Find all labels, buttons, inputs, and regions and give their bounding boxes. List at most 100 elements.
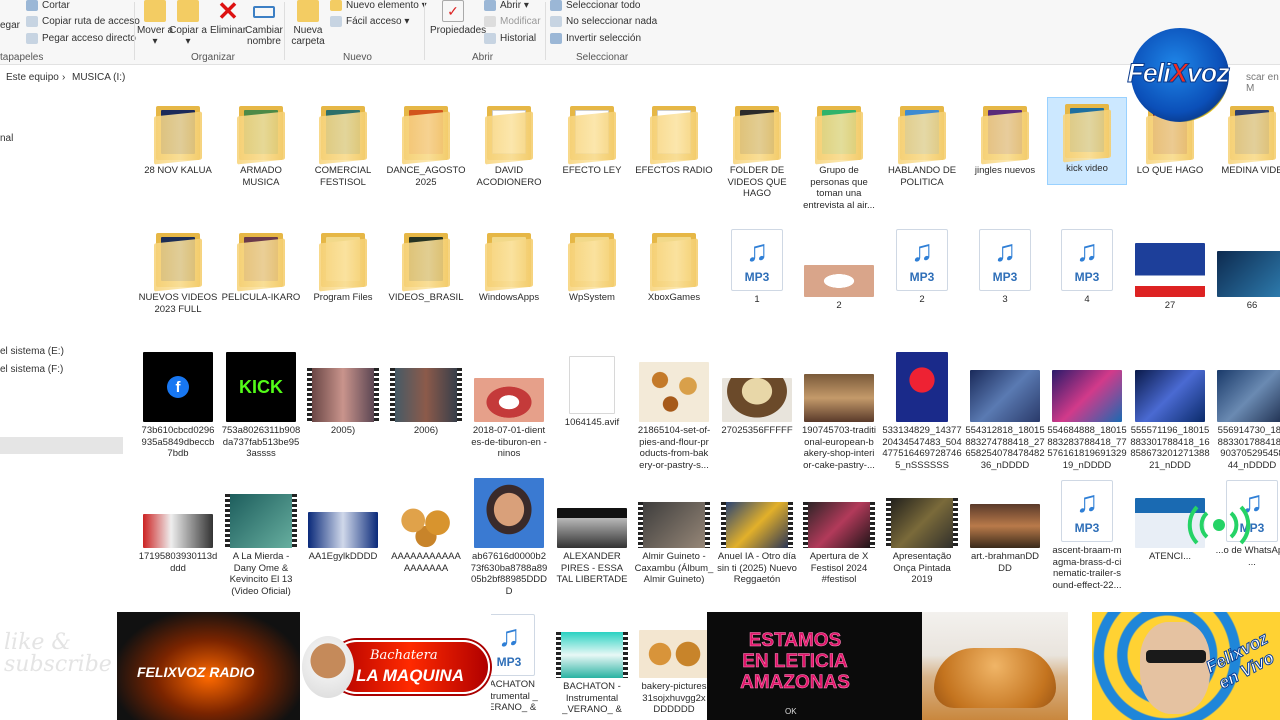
folder-item[interactable]: 28 NOV KALUA: [138, 100, 218, 177]
file-item[interactable]: 1064145.avif: [552, 352, 632, 429]
image-file-item[interactable]: f 73b610cbcd0296 935a5849dbeccb 7bdb: [138, 352, 218, 460]
item-label: EFECTOS RADIO: [635, 165, 713, 176]
audio-file-item[interactable]: ♫ MP3 1: [717, 227, 797, 306]
copy-path-button[interactable]: Copiar ruta de acceso: [26, 16, 140, 27]
folder-item[interactable]: WpSystem: [552, 227, 632, 304]
folder-item[interactable]: DAVID ACODIONERO: [469, 100, 549, 188]
folder-item[interactable]: FOLDER DE VIDEOS QUE HAGO: [717, 100, 797, 200]
image-file-item[interactable]: 17195803930113d ddd: [138, 478, 218, 574]
easy-access-button[interactable]: Fácil acceso ▾: [330, 16, 409, 27]
item-label: ATENCI...: [1148, 551, 1192, 562]
mp3-file-icon: ♫ MP3: [731, 229, 783, 291]
image-file-item[interactable]: 190745703-traditi onal-european-b akery-…: [799, 352, 879, 471]
item-label: ALEXANDER PIRES - ESSA TAL LIBERTADE: [556, 551, 628, 585]
breadcrumb-current[interactable]: MUSICA (I:): [72, 72, 125, 83]
nav-item-drive-e[interactable]: el sistema (E:): [0, 346, 64, 357]
invert-selection-button[interactable]: Invertir selección: [550, 33, 641, 44]
video-file-item[interactable]: A La Mierda - Dany Ome & Kevincito El 13…: [221, 478, 301, 597]
image-file-item[interactable]: AA1EgylkDDDD: [303, 478, 383, 563]
video-file-item[interactable]: Anuel IA - Otro día sin ti (2025) Nuevo …: [717, 478, 797, 586]
image-file-item[interactable]: 533134829_14377 20434547483_504 47751646…: [882, 352, 962, 471]
folder-item[interactable]: Grupo de personas que toman una entrevis…: [799, 100, 879, 211]
folder-icon: [319, 231, 367, 292]
folder-item[interactable]: Program Files: [303, 227, 383, 304]
properties-button[interactable]: ✓ Propiedades: [430, 0, 486, 36]
open-button[interactable]: Abrir ▾: [484, 0, 529, 11]
video-file-item[interactable]: 2006): [386, 352, 466, 437]
video-thumbnail: [803, 502, 875, 548]
audio-file-item[interactable]: ♫ MP3 2: [882, 227, 962, 306]
image-file-item[interactable]: 66: [1212, 227, 1280, 312]
image-file-item[interactable]: AAAAAAAAAAA AAAAAAA: [386, 478, 466, 574]
folder-item[interactable]: XboxGames: [634, 227, 714, 304]
delete-button[interactable]: ✕ Eliminar: [208, 0, 248, 36]
item-label: 190745703-traditi onal-european-b akery-…: [802, 425, 876, 471]
la-maquina-banner: Bachatera LA MAQUINA: [300, 612, 491, 720]
image-file-item[interactable]: 555571196_18015 883301788418_16 85867320…: [1130, 352, 1210, 471]
audio-file-item[interactable]: ♫ MP3 4: [1047, 227, 1127, 306]
image-file-item[interactable]: art.-brahmanDD DD: [965, 478, 1045, 574]
image-file-item[interactable]: ALEXANDER PIRES - ESSA TAL LIBERTADE: [552, 478, 632, 586]
nav-item-drive-f[interactable]: el sistema (F:): [0, 364, 63, 375]
item-label: kick video: [1066, 163, 1108, 174]
image-file-item[interactable]: 554684888_18015 883283788418_77 57616181…: [1047, 352, 1127, 471]
video-file-item[interactable]: Almir Guineto - Caxambu (Álbum_ Almir Gu…: [634, 478, 714, 586]
image-file-item[interactable]: KICK 753a8026311b908 da737fab513be95 3ass…: [221, 352, 301, 460]
image-file-item[interactable]: 554312818_18015 883274788418_27 65825407…: [965, 352, 1045, 471]
audio-file-item[interactable]: ♫ MP3 ascent-braam-m agma-brass-d-ci nemat…: [1047, 478, 1127, 591]
image-file-item[interactable]: 27025356FFFFF: [717, 352, 797, 437]
folder-item[interactable]: PELICULA-IKARO: [221, 227, 301, 304]
like-subscribe-watermark: like & subscribe: [4, 630, 112, 677]
select-none-label: No seleccionar nada: [566, 16, 658, 27]
video-thumbnail: [390, 368, 462, 422]
image-file-item[interactable]: 2: [799, 227, 879, 312]
item-label: 554312818_18015 883274788418_27 65825407…: [965, 425, 1045, 471]
video-file-item[interactable]: BACHATON - Instrumental _VERANO_ &: [552, 612, 632, 716]
edit-button[interactable]: Modificar: [484, 16, 541, 27]
audio-file-item[interactable]: ♫ MP3 3: [965, 227, 1045, 306]
image-file-item[interactable]: 556914730_180 883301788418_ 903705295458…: [1212, 352, 1280, 471]
folder-item[interactable]: jingles nuevos: [965, 100, 1045, 177]
bakery-shop-thumbnail: [804, 374, 874, 422]
nav-selected-row[interactable]: [0, 437, 123, 454]
new-item-button[interactable]: Nuevo elemento ▾: [330, 0, 427, 11]
folder-item[interactable]: EFECTO LEY: [552, 100, 632, 177]
mp3-file-icon: ♫ MP3: [1061, 480, 1113, 542]
folder-item[interactable]: DANCE_AGOSTO 2025: [386, 100, 466, 188]
folder-item[interactable]: COMERCIAL FESTISOL: [303, 100, 383, 188]
maquina-top-text: Bachatera: [370, 648, 438, 663]
video-file-item[interactable]: 2005): [303, 352, 383, 437]
item-label: 66: [1246, 300, 1258, 311]
paste-button[interactable]: egar: [0, 20, 20, 31]
rename-button[interactable]: Cambiar nombre: [244, 0, 284, 47]
breadcrumb-root[interactable]: Este equipo: [6, 72, 59, 83]
folder-item[interactable]: HABLANDO DE POLITICA: [882, 100, 962, 188]
copy-path-icon: [26, 16, 38, 27]
video-thumbnail: [307, 368, 379, 422]
nav-item-nal[interactable]: nal: [0, 133, 13, 144]
whatsapp-broadcast-icon: [1187, 505, 1251, 545]
image-file-item[interactable]: 27: [1130, 227, 1210, 312]
folder-item[interactable]: NUEVOS VIDEOS 2023 FULL: [138, 227, 218, 315]
image-file-item[interactable]: 2018-07-01-dient es-de-tiburon-en -ninos: [469, 352, 549, 460]
select-none-button[interactable]: No seleccionar nada: [550, 16, 657, 27]
image-file-item[interactable]: 21865104-set-of- pies-and-flour-pr oduct…: [634, 352, 714, 471]
image-file-item[interactable]: bakery-pictures 31sojxhuvgg2x DDDDDD: [634, 612, 714, 716]
cut-button[interactable]: Cortar: [26, 0, 70, 11]
history-button[interactable]: Historial: [484, 33, 536, 44]
video-file-item[interactable]: Apertura de X Festisol 2024 #festisol: [799, 478, 879, 586]
pastry-thumbnail: [639, 362, 709, 422]
address-bar[interactable]: Este equipo › MUSICA (I:) scar en M: [0, 69, 1280, 94]
image-file-item[interactable]: ab67616d0000b2 73f630ba8788a89 05b2bf889…: [469, 478, 549, 597]
folder-item[interactable]: EFECTOS RADIO: [634, 100, 714, 177]
folder-item[interactable]: WindowsApps: [469, 227, 549, 304]
paste-shortcut-button[interactable]: Pegar acceso directo: [26, 33, 136, 44]
folder-item[interactable]: ARMADO MUSICA: [221, 100, 301, 188]
video-file-item[interactable]: Apresentação Onça Pintada 2019: [882, 478, 962, 586]
folder-item[interactable]: VIDEOS_BRASIL: [386, 227, 466, 304]
new-folder-button[interactable]: Nueva carpeta: [288, 0, 328, 47]
select-all-button[interactable]: Seleccionar todo: [550, 0, 641, 11]
face-avatar: [302, 636, 354, 698]
video-thumbnail: [638, 502, 710, 548]
copy-to-button[interactable]: Copiar a ▾: [168, 0, 208, 47]
